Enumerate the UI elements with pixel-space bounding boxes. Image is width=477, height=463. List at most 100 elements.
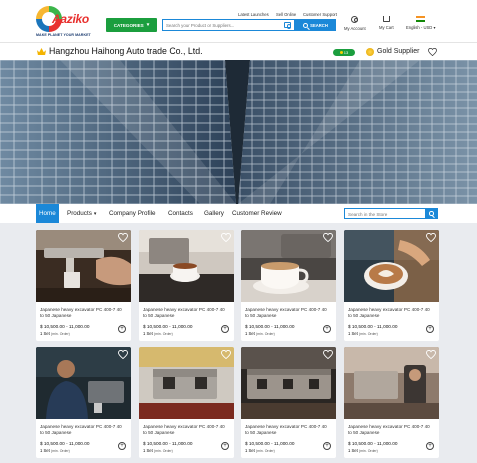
add-icon[interactable]: + bbox=[323, 325, 331, 333]
nav-company-profile[interactable]: Company Profile bbox=[106, 204, 159, 223]
moq-value: 1 Set bbox=[143, 448, 153, 453]
product-price: $ 10,500.00 - 11,000.00 bbox=[348, 324, 398, 329]
add-icon[interactable]: + bbox=[118, 325, 126, 333]
my-cart-label: My Cart bbox=[379, 25, 394, 30]
moq-note: (min. Order) bbox=[153, 449, 173, 453]
product-moq: 1 Set (min. Order) bbox=[40, 448, 70, 453]
product-card[interactable]: Japanese heavy excavator PC 400-7 40 to … bbox=[139, 230, 234, 341]
product-card[interactable]: Japanese heavy excavator PC 400-7 40 to … bbox=[344, 230, 439, 341]
search-button[interactable]: SEARCH bbox=[295, 19, 336, 31]
search-box bbox=[162, 19, 295, 31]
aaziko-logo[interactable]: Aaziko MAKE PLANET YOUR MARKET bbox=[36, 6, 100, 40]
product-title[interactable]: Japanese heavy excavator PC 400-7 40 to … bbox=[348, 424, 434, 435]
product-image[interactable] bbox=[241, 347, 336, 419]
moq-note: (min. Order) bbox=[255, 332, 275, 336]
product-card[interactable]: Japanese heavy excavator PC 400-7 40 to … bbox=[241, 230, 336, 341]
heart-icon[interactable] bbox=[323, 233, 333, 242]
heart-icon[interactable] bbox=[118, 233, 128, 242]
heart-icon[interactable] bbox=[428, 48, 437, 56]
chevron-down-icon: ▾ bbox=[146, 22, 150, 28]
product-title[interactable]: Japanese heavy excavator PC 400-7 40 to … bbox=[143, 424, 229, 435]
search-icon bbox=[303, 22, 309, 28]
heart-icon[interactable] bbox=[221, 350, 231, 359]
heart-icon[interactable] bbox=[323, 350, 333, 359]
years-count: 13 bbox=[343, 50, 349, 55]
locale-selector[interactable]: English - USD ▾ bbox=[406, 16, 435, 30]
product-price: $ 10,500.00 - 11,000.00 bbox=[348, 441, 398, 446]
link-sell-online[interactable]: Sell Online bbox=[276, 12, 296, 17]
product-moq: 1 Set (min. Order) bbox=[245, 331, 275, 336]
add-icon[interactable]: + bbox=[323, 442, 331, 450]
my-cart[interactable]: My Cart bbox=[379, 16, 394, 30]
link-latest-launches[interactable]: Latest Launches bbox=[238, 12, 269, 17]
product-price: $ 10,500.00 - 11,000.00 bbox=[40, 324, 90, 329]
product-title[interactable]: Japanese heavy excavator PC 400-7 40 to … bbox=[245, 424, 331, 435]
product-image[interactable] bbox=[344, 230, 439, 302]
heart-icon[interactable] bbox=[118, 350, 128, 359]
moq-note: (min. Order) bbox=[50, 332, 70, 336]
supplier-level: Gold Supplier bbox=[377, 48, 420, 55]
locale-label: English - USD bbox=[406, 25, 433, 30]
moq-value: 1 Set bbox=[245, 331, 255, 336]
search-icon bbox=[429, 211, 434, 216]
product-image[interactable] bbox=[36, 347, 131, 419]
logo-tagline: MAKE PLANET YOUR MARKET bbox=[36, 33, 91, 37]
chevron-down-icon: ▾ bbox=[93, 210, 97, 217]
add-icon[interactable]: + bbox=[221, 442, 229, 450]
my-account[interactable]: My Account bbox=[344, 16, 366, 31]
product-photo bbox=[36, 230, 131, 302]
product-image[interactable] bbox=[139, 230, 234, 302]
add-icon[interactable]: + bbox=[118, 442, 126, 450]
moq-value: 1 Set bbox=[245, 448, 255, 453]
add-icon[interactable]: + bbox=[426, 442, 434, 450]
top-header: Aaziko MAKE PLANET YOUR MARKET CATEGORIE… bbox=[0, 0, 477, 42]
product-moq: 1 Set (min. Order) bbox=[40, 331, 70, 336]
gold-medal-icon bbox=[366, 48, 374, 56]
product-image[interactable] bbox=[36, 230, 131, 302]
product-photo bbox=[344, 347, 439, 419]
product-card[interactable]: Japanese heavy excavator PC 400-7 40 to … bbox=[36, 347, 131, 458]
nav-home[interactable]: Home bbox=[36, 204, 59, 223]
moq-note: (min. Order) bbox=[358, 449, 378, 453]
store-search-button[interactable] bbox=[425, 208, 438, 219]
product-title[interactable]: Japanese heavy excavator PC 400-7 40 to … bbox=[40, 424, 126, 435]
store-search-input[interactable] bbox=[348, 210, 424, 218]
product-title[interactable]: Japanese heavy excavator PC 400-7 40 to … bbox=[245, 307, 331, 318]
product-card[interactable]: Japanese heavy excavator PC 400-7 40 to … bbox=[241, 347, 336, 458]
product-price: $ 10,500.00 - 11,000.00 bbox=[245, 324, 295, 329]
add-icon[interactable]: + bbox=[221, 325, 229, 333]
categories-button[interactable]: CATEGORIES ▾ bbox=[106, 18, 157, 32]
india-flag-icon bbox=[416, 16, 426, 22]
store-name: Hangzhou Haihong Auto trade Co., Ltd. bbox=[49, 46, 203, 56]
nav-gallery[interactable]: Gallery bbox=[201, 204, 227, 223]
heart-icon[interactable] bbox=[426, 233, 436, 242]
add-icon[interactable]: + bbox=[426, 325, 434, 333]
product-image[interactable] bbox=[344, 347, 439, 419]
moq-value: 1 Set bbox=[348, 448, 358, 453]
banner-skyscrapers-image bbox=[0, 60, 477, 204]
nav-customer-review[interactable]: Customer Review bbox=[229, 204, 285, 223]
product-photo bbox=[241, 347, 336, 419]
store-nav: Home Products ▾ Company Profile Contacts… bbox=[0, 204, 477, 223]
product-image[interactable] bbox=[139, 347, 234, 419]
moq-value: 1 Set bbox=[143, 331, 153, 336]
nav-products[interactable]: Products ▾ bbox=[64, 204, 99, 223]
moq-note: (min. Order) bbox=[153, 332, 173, 336]
product-card[interactable]: Japanese heavy excavator PC 400-7 40 to … bbox=[344, 347, 439, 458]
product-image[interactable] bbox=[241, 230, 336, 302]
link-customer-support[interactable]: Customer Support bbox=[303, 12, 337, 17]
product-card[interactable]: Japanese heavy excavator PC 400-7 40 to … bbox=[139, 347, 234, 458]
product-card[interactable]: Japanese heavy excavator PC 400-7 40 to … bbox=[36, 230, 131, 341]
product-title[interactable]: Japanese heavy excavator PC 400-7 40 to … bbox=[40, 307, 126, 318]
nav-products-label: Products bbox=[67, 210, 92, 217]
search-input[interactable] bbox=[166, 21, 276, 30]
heart-icon[interactable] bbox=[221, 233, 231, 242]
search-button-label: SEARCH bbox=[310, 22, 328, 28]
camera-icon[interactable] bbox=[284, 22, 291, 29]
product-title[interactable]: Japanese heavy excavator PC 400-7 40 to … bbox=[348, 307, 434, 318]
product-price: $ 10,500.00 - 11,000.00 bbox=[40, 441, 90, 446]
product-title[interactable]: Japanese heavy excavator PC 400-7 40 to … bbox=[143, 307, 229, 318]
heart-icon[interactable] bbox=[426, 350, 436, 359]
nav-contacts[interactable]: Contacts bbox=[165, 204, 196, 223]
years-badge: 13 bbox=[333, 49, 355, 56]
